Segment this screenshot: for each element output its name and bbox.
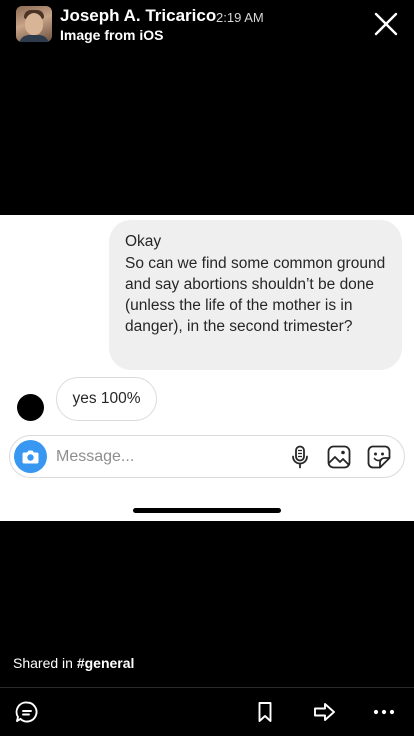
avatar[interactable] <box>16 6 52 42</box>
camera-button[interactable] <box>14 440 47 473</box>
timestamp: 2:19 AM <box>216 10 264 25</box>
sticker-icon[interactable] <box>366 444 392 470</box>
file-title: Image from iOS <box>60 27 164 43</box>
outgoing-message-bubble: Okay So can we find some common ground a… <box>109 220 402 370</box>
message-input[interactable] <box>56 437 276 476</box>
message-text: So can we find some common ground and sa… <box>125 255 386 335</box>
shared-in-label: Shared in #general <box>13 655 134 671</box>
incoming-message-bubble: yes 100% <box>56 377 157 421</box>
shared-image[interactable]: Okay So can we find some common ground a… <box>0 215 414 521</box>
message-header: Joseph A. Tricarico 2:19 AM Image from i… <box>0 0 414 50</box>
home-indicator <box>133 508 281 513</box>
gallery-icon[interactable] <box>326 444 352 470</box>
camera-icon <box>22 450 39 464</box>
microphone-icon[interactable] <box>287 444 313 470</box>
author-name[interactable]: Joseph A. Tricarico <box>60 6 216 26</box>
close-button[interactable] <box>372 10 400 38</box>
shared-prefix: Shared in <box>13 655 73 671</box>
share-icon[interactable] <box>311 699 337 725</box>
comment-icon[interactable] <box>14 699 40 725</box>
bookmark-icon[interactable] <box>252 699 278 725</box>
message-line: Okay <box>125 233 162 250</box>
channel-link[interactable]: #general <box>77 655 135 671</box>
close-icon <box>374 12 398 36</box>
divider <box>0 687 414 688</box>
message-composer <box>9 435 405 478</box>
more-icon[interactable] <box>371 699 397 725</box>
sender-avatar <box>17 394 44 421</box>
